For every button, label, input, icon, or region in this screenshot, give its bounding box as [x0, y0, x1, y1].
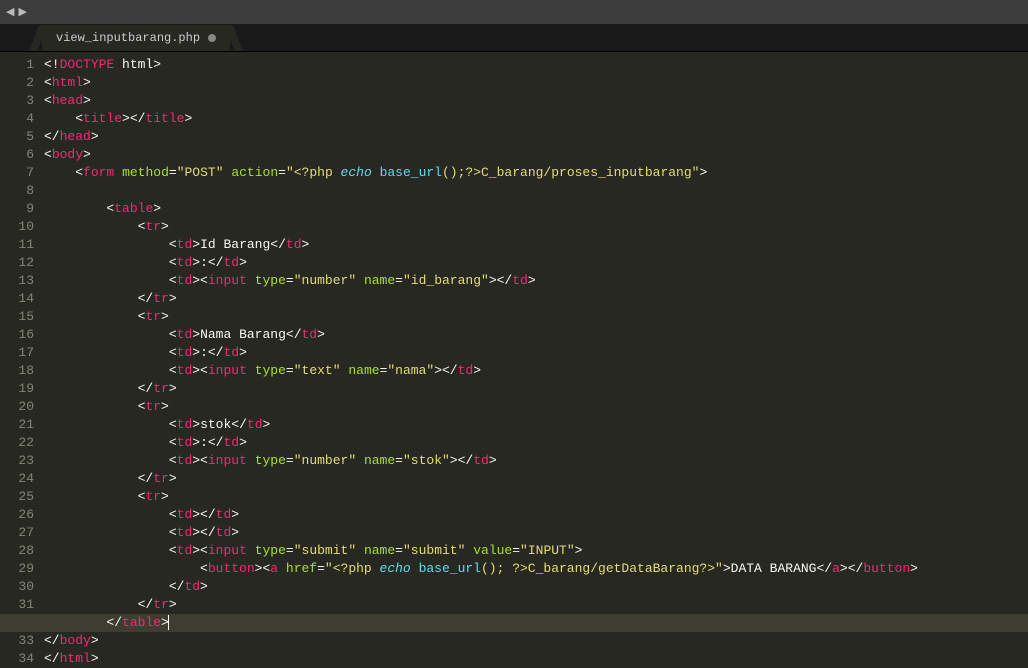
tab-active[interactable]: view_inputbarang.php	[42, 25, 230, 51]
code-line[interactable]: <button><a href="<?php echo base_url(); …	[44, 560, 1028, 578]
line-number: 29	[0, 560, 34, 578]
code-area[interactable]: <!DOCTYPE html><html><head> <title></tit…	[44, 52, 1028, 653]
line-number: 5	[0, 128, 34, 146]
code-line[interactable]: <body>	[44, 146, 1028, 164]
code-line[interactable]: <td><input type="number" name="id_barang…	[44, 272, 1028, 290]
code-line[interactable]: <form method="POST" action="<?php echo b…	[44, 164, 1028, 182]
tabbar: view_inputbarang.php	[0, 24, 1028, 52]
code-line[interactable]: </td>	[44, 578, 1028, 596]
code-line[interactable]: <table>	[44, 200, 1028, 218]
line-number: 11	[0, 236, 34, 254]
code-line[interactable]: <td>Nama Barang</td>	[44, 326, 1028, 344]
code-line[interactable]: </head>	[44, 128, 1028, 146]
line-number: 28	[0, 542, 34, 560]
line-number: 9	[0, 200, 34, 218]
line-number: 6	[0, 146, 34, 164]
line-number: 31	[0, 596, 34, 614]
line-number: 3	[0, 92, 34, 110]
nav-arrows: ◀ ▶	[6, 5, 27, 19]
code-line[interactable]: </tr>	[44, 380, 1028, 398]
code-line[interactable]: <td></td>	[44, 524, 1028, 542]
code-line[interactable]: <tr>	[44, 398, 1028, 416]
code-line[interactable]: <td>:</td>	[44, 434, 1028, 452]
line-number: 24	[0, 470, 34, 488]
gutter: 1234567891011121314151617181920212223242…	[0, 52, 44, 653]
cursor-icon	[168, 615, 169, 630]
line-number: 7	[0, 164, 34, 182]
line-number: 26	[0, 506, 34, 524]
line-number: 17	[0, 344, 34, 362]
code-line[interactable]: <head>	[44, 92, 1028, 110]
code-line[interactable]: </table>	[0, 614, 1028, 632]
code-line[interactable]: <td><input type="text" name="nama"></td>	[44, 362, 1028, 380]
line-number: 33	[0, 632, 34, 650]
line-number: 22	[0, 434, 34, 452]
code-line[interactable]: <tr>	[44, 308, 1028, 326]
forward-icon[interactable]: ▶	[18, 5, 26, 19]
line-number: 18	[0, 362, 34, 380]
line-number: 13	[0, 272, 34, 290]
line-number: 21	[0, 416, 34, 434]
editor[interactable]: 1234567891011121314151617181920212223242…	[0, 52, 1028, 653]
line-number: 8	[0, 182, 34, 200]
code-line[interactable]: <!DOCTYPE html>	[44, 56, 1028, 74]
line-number: 10	[0, 218, 34, 236]
line-number: 15	[0, 308, 34, 326]
code-line[interactable]	[44, 182, 1028, 200]
line-number: 23	[0, 452, 34, 470]
line-number: 30	[0, 578, 34, 596]
line-number: 1	[0, 56, 34, 74]
line-number: 16	[0, 326, 34, 344]
code-line[interactable]: <td></td>	[44, 506, 1028, 524]
titlebar: ◀ ▶	[0, 0, 1028, 24]
line-number: 4	[0, 110, 34, 128]
code-line[interactable]: <td><input type="submit" name="submit" v…	[44, 542, 1028, 560]
code-line[interactable]: <td>:</td>	[44, 344, 1028, 362]
code-line[interactable]: </tr>	[44, 290, 1028, 308]
line-number: 14	[0, 290, 34, 308]
code-line[interactable]: </tr>	[44, 596, 1028, 614]
code-line[interactable]: <td>:</td>	[44, 254, 1028, 272]
back-icon[interactable]: ◀	[6, 5, 14, 19]
dirty-indicator-icon	[208, 34, 216, 42]
code-line[interactable]: </tr>	[44, 470, 1028, 488]
line-number: 19	[0, 380, 34, 398]
line-number: 25	[0, 488, 34, 506]
line-number: 20	[0, 398, 34, 416]
code-line[interactable]: </body>	[44, 632, 1028, 650]
line-number: 2	[0, 74, 34, 92]
code-line[interactable]: <tr>	[44, 218, 1028, 236]
line-number: 27	[0, 524, 34, 542]
line-number: 12	[0, 254, 34, 272]
code-line[interactable]: <tr>	[44, 488, 1028, 506]
tab-filename: view_inputbarang.php	[56, 31, 200, 45]
code-line[interactable]: <td>Id Barang</td>	[44, 236, 1028, 254]
code-line[interactable]: <html>	[44, 74, 1028, 92]
code-line[interactable]: <title></title>	[44, 110, 1028, 128]
code-line[interactable]: <td><input type="number" name="stok"></t…	[44, 452, 1028, 470]
code-line[interactable]: <td>stok</td>	[44, 416, 1028, 434]
